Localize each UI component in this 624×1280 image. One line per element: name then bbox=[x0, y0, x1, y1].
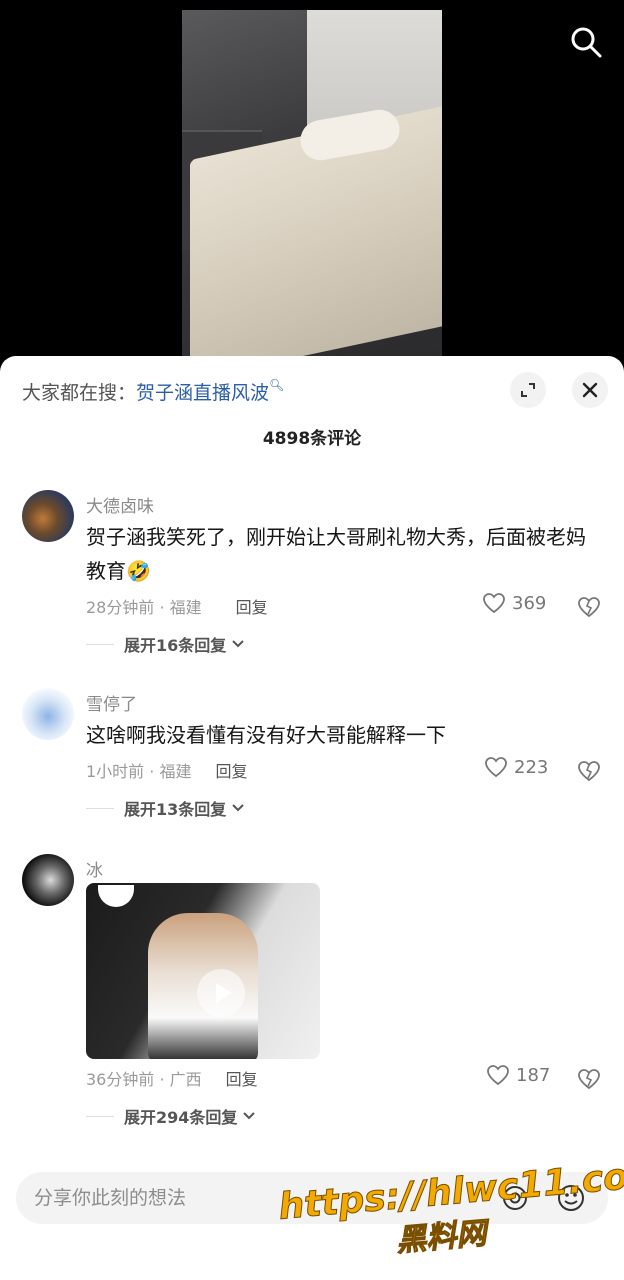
comment-video-thumbnail[interactable] bbox=[86, 883, 320, 1059]
comment-text: 这啥啊我没看懂有没有好大哥能解释一下 bbox=[86, 723, 446, 747]
play-icon[interactable] bbox=[197, 969, 245, 1017]
like-button[interactable]: 223 bbox=[484, 756, 548, 778]
hot-search-keyword[interactable]: 贺子涵直播风波 bbox=[136, 382, 269, 404]
like-button[interactable]: 369 bbox=[482, 592, 546, 614]
chevron-down-icon bbox=[232, 640, 244, 648]
douyin-badge-icon bbox=[98, 885, 134, 907]
reply-button[interactable]: 回复 bbox=[226, 1070, 258, 1089]
expand-replies[interactable]: 展开16条回复 bbox=[86, 632, 246, 656]
comment-meta: 28分钟前 · 福建 回复 bbox=[86, 594, 268, 618]
reply-button[interactable]: 回复 bbox=[215, 762, 247, 781]
expand-replies-label: 展开16条回复 bbox=[124, 636, 227, 655]
watermark-brand: 黑料网 bbox=[394, 1216, 488, 1260]
divider bbox=[86, 807, 114, 809]
comment-meta: 36分钟前 · 广西 回复 bbox=[86, 1066, 258, 1090]
search-icon[interactable] bbox=[568, 24, 604, 60]
expand-replies-label: 展开294条回复 bbox=[124, 1108, 238, 1127]
comment-sheet: 大家都在搜：贺子涵直播风波🔍︎ 4898条评论 大德卤味 贺子涵我笑死了，刚开始… bbox=[0, 356, 624, 1280]
comment-username[interactable]: 冰 bbox=[86, 856, 103, 881]
comment-time-location: 28分钟前 · 福建 bbox=[86, 598, 202, 617]
comment-meta: 1小时前 · 福建 回复 bbox=[86, 758, 247, 782]
comment-time-location: 36分钟前 · 广西 bbox=[86, 1070, 202, 1089]
chevron-down-icon bbox=[232, 804, 244, 812]
divider bbox=[86, 1115, 114, 1117]
sheet-header: 大家都在搜：贺子涵直播风波🔍︎ bbox=[0, 356, 624, 426]
close-button[interactable] bbox=[572, 372, 608, 408]
magnifier-icon: 🔍︎ bbox=[269, 378, 285, 392]
comment-text: 贺子涵我笑死了，刚开始让大哥刷礼物大秀，后面被老妈教育🤣 bbox=[86, 525, 586, 583]
avatar[interactable] bbox=[22, 490, 74, 542]
video-player[interactable] bbox=[0, 0, 624, 370]
avatar[interactable] bbox=[22, 688, 74, 740]
like-count: 223 bbox=[514, 756, 549, 778]
expand-icon bbox=[521, 383, 535, 397]
comment-username[interactable]: 雪停了 bbox=[86, 690, 137, 715]
avatar[interactable] bbox=[22, 854, 74, 906]
comment-time-location: 1小时前 · 福建 bbox=[86, 762, 192, 781]
like-button[interactable]: 187 bbox=[486, 1064, 550, 1086]
chevron-down-icon bbox=[243, 1112, 256, 1120]
comment-count: 4898条评论 bbox=[262, 429, 362, 449]
expand-replies[interactable]: 展开13条回复 bbox=[86, 796, 246, 820]
reply-button[interactable]: 回复 bbox=[236, 598, 268, 617]
expand-button[interactable] bbox=[510, 372, 546, 408]
hot-search[interactable]: 大家都在搜：贺子涵直播风波🔍︎ bbox=[22, 378, 284, 405]
video-frame bbox=[182, 10, 442, 370]
dislike-icon[interactable] bbox=[576, 758, 602, 782]
like-count: 369 bbox=[512, 592, 547, 614]
heart-icon bbox=[487, 1065, 509, 1086]
like-count: 187 bbox=[516, 1064, 551, 1086]
heart-icon bbox=[485, 757, 507, 778]
hot-search-prefix: 大家都在搜： bbox=[22, 382, 137, 404]
comment-username[interactable]: 大德卤味 bbox=[86, 492, 154, 517]
divider bbox=[86, 643, 114, 645]
dislike-icon[interactable] bbox=[576, 1066, 602, 1090]
expand-replies-label: 展开13条回复 bbox=[124, 800, 227, 819]
expand-replies[interactable]: 展开294条回复 bbox=[86, 1104, 257, 1128]
dislike-icon[interactable] bbox=[576, 594, 602, 618]
close-icon bbox=[582, 382, 598, 398]
heart-icon bbox=[483, 593, 505, 614]
